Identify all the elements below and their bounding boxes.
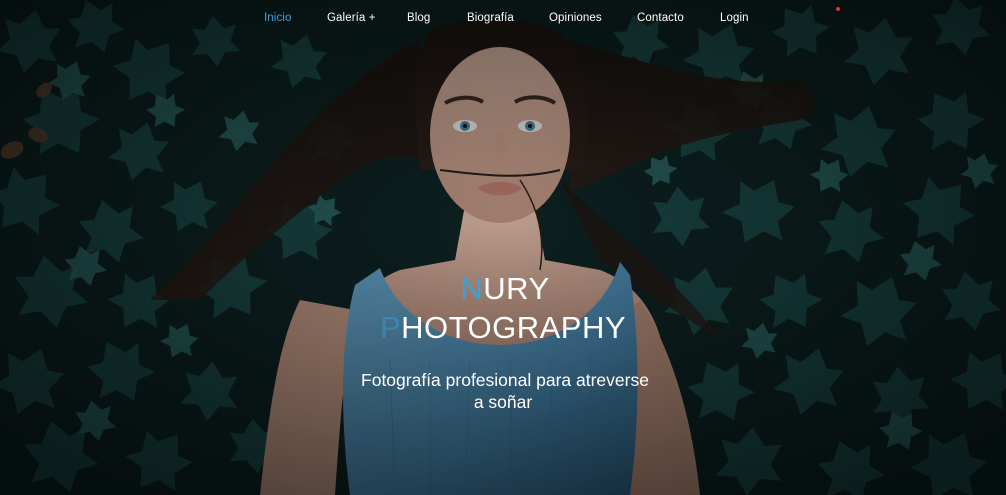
nav-item-galeria[interactable]: Galería + [327, 12, 376, 24]
nav-item-contacto[interactable]: Contacto [637, 12, 684, 24]
title-initial-n: N [460, 271, 484, 306]
title-rest-hotography: HOTOGRAPHY [401, 310, 627, 345]
main-nav: Inicio Galería + Blog Biografía Opinione… [0, 12, 1006, 30]
title-rest-ury: URY [483, 271, 550, 306]
nav-item-blog[interactable]: Blog [407, 12, 430, 24]
hero-tagline-line2: a soñar [473, 392, 533, 412]
nav-item-login[interactable]: Login [720, 12, 749, 24]
site-title-line1: NURY [2, 272, 1006, 306]
nav-item-inicio[interactable]: Inicio [264, 12, 291, 24]
title-initial-p: P [379, 310, 402, 345]
notification-dot [836, 7, 840, 11]
nav-item-opiniones[interactable]: Opiniones [549, 12, 602, 24]
nav-item-biografia[interactable]: Biografía [467, 12, 514, 24]
hero-tagline-line1: Fotografía profesional para atreverse [361, 370, 649, 390]
hero-section: Inicio Galería + Blog Biografía Opinione… [0, 0, 1006, 495]
hero-background-photo [0, 0, 1006, 495]
site-title-line2: PHOTOGRAPHY [0, 311, 1006, 345]
